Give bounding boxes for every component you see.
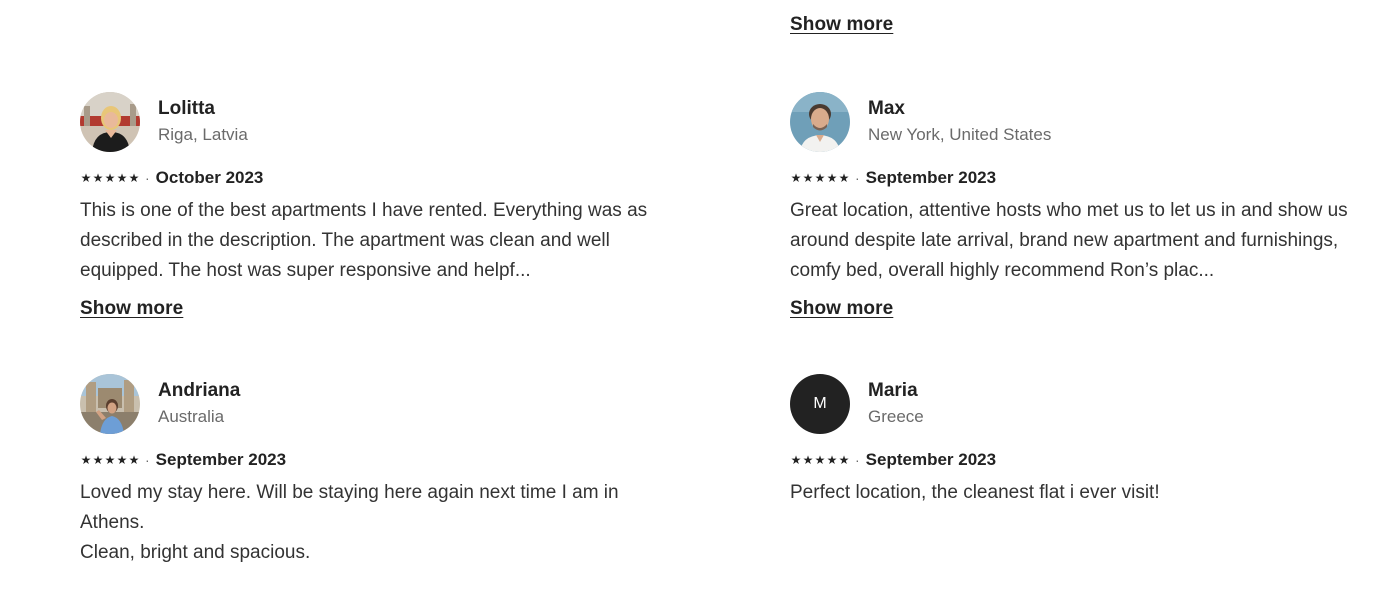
- avatar[interactable]: [80, 374, 140, 434]
- star-icon: ★: [80, 171, 92, 185]
- star-icon: ★: [790, 171, 802, 185]
- reviewer-header: Max New York, United States: [790, 92, 1365, 152]
- review-date: September 2023: [865, 168, 997, 187]
- review-text: Loved my stay here. Will be staying here…: [80, 482, 619, 563]
- meta-separator: ·: [145, 452, 150, 468]
- review-text: Great location, attentive hosts who met …: [790, 200, 1348, 281]
- avatar[interactable]: [790, 92, 850, 152]
- star-icon: ★: [814, 171, 826, 185]
- avatar-photo: [80, 374, 140, 434]
- review-meta: ★ ★ ★ ★ ★ · September 2023: [790, 166, 1365, 190]
- star-icon: ★: [104, 171, 116, 185]
- review-card: Max New York, United States ★ ★ ★ ★ ★ · Sept…: [790, 92, 1365, 320]
- show-more-button[interactable]: Show more: [790, 14, 893, 36]
- star-icon: ★: [826, 171, 838, 185]
- avatar[interactable]: [80, 92, 140, 152]
- star-icon: ★: [92, 171, 104, 185]
- reviewer-header: Andriana Australia: [80, 374, 655, 434]
- avatar-initial: M: [813, 395, 827, 412]
- star-icon: ★: [128, 171, 140, 185]
- review-date: October 2023: [155, 168, 264, 187]
- star-icon: ★: [838, 171, 850, 185]
- meta-separator: ·: [855, 170, 860, 186]
- review-card: Lolitta Riga, Latvia ★ ★ ★ ★ ★ · October 202…: [80, 92, 655, 320]
- show-more-button[interactable]: Show more: [790, 298, 893, 320]
- reviewer-name: Max: [868, 98, 905, 119]
- star-icon: ★: [802, 453, 814, 467]
- review-meta: ★ ★ ★ ★ ★ · October 2023: [80, 166, 655, 190]
- rating-stars: ★ ★ ★ ★ ★: [790, 453, 850, 467]
- star-icon: ★: [790, 453, 802, 467]
- reviewer-name: Maria: [868, 380, 918, 401]
- star-icon: ★: [826, 453, 838, 467]
- reviewer-location: New York, United States: [868, 125, 1052, 144]
- review-meta: ★ ★ ★ ★ ★ · September 2023: [790, 448, 1365, 472]
- reviewer-location: Australia: [158, 407, 225, 426]
- star-icon: ★: [838, 453, 850, 467]
- reviewer-name: Lolitta: [158, 98, 215, 119]
- review-card: Andriana Australia ★ ★ ★ ★ ★ · September 202…: [80, 374, 655, 568]
- avatar-photo: [80, 92, 140, 152]
- rating-stars: ★ ★ ★ ★ ★: [80, 453, 140, 467]
- review-date: September 2023: [155, 450, 287, 469]
- reviewer-header: M Maria Greece: [790, 374, 1365, 434]
- review-text: Perfect location, the cleanest flat i ev…: [790, 482, 1160, 503]
- review-card: M Maria Greece ★ ★ ★ ★ ★ · September 2023 Pe…: [790, 374, 1365, 508]
- star-icon: ★: [128, 453, 140, 467]
- star-icon: ★: [104, 453, 116, 467]
- meta-separator: ·: [145, 170, 150, 186]
- star-icon: ★: [80, 453, 92, 467]
- star-icon: ★: [92, 453, 104, 467]
- show-more-button[interactable]: Show more: [80, 298, 183, 320]
- star-icon: ★: [802, 171, 814, 185]
- avatar[interactable]: M: [790, 374, 850, 434]
- star-icon: ★: [116, 171, 128, 185]
- reviewer-header: Lolitta Riga, Latvia: [80, 92, 655, 152]
- reviewer-name: Andriana: [158, 380, 241, 401]
- reviewer-location: Greece: [868, 407, 924, 426]
- review-meta: ★ ★ ★ ★ ★ · September 2023: [80, 448, 655, 472]
- star-icon: ★: [116, 453, 128, 467]
- review-text: This is one of the best apartments I hav…: [80, 200, 648, 281]
- previous-review-show-more: Show more: [790, 14, 893, 36]
- review-date: September 2023: [865, 450, 997, 469]
- avatar-photo: [790, 92, 850, 152]
- rating-stars: ★ ★ ★ ★ ★: [80, 171, 140, 185]
- star-icon: ★: [814, 453, 826, 467]
- rating-stars: ★ ★ ★ ★ ★: [790, 171, 850, 185]
- meta-separator: ·: [855, 452, 860, 468]
- reviewer-location: Riga, Latvia: [158, 125, 248, 144]
